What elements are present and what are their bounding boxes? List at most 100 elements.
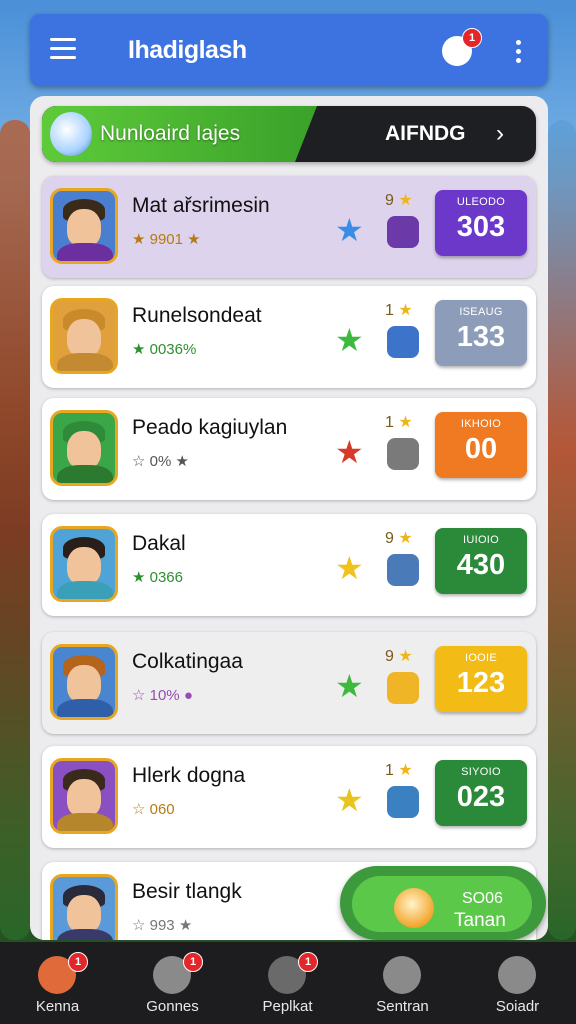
nav-item-gonnes[interactable]: 1 Gonnes (115, 942, 230, 1024)
player-avatar[interactable] (50, 410, 118, 486)
mini-rank: 1 ★ (385, 300, 413, 320)
background-right-building (548, 120, 576, 940)
mini-rank-number: 9 (385, 648, 394, 665)
stat-value: 060 (149, 801, 175, 818)
stat-value: 9901 (149, 231, 183, 248)
score-label: ULEODO (456, 196, 506, 208)
score-value: 123 (456, 667, 506, 699)
star-icon: ★ (335, 550, 364, 586)
player-row[interactable]: Runelsondeat ★ 0036% ★ 1 ★ ISEAUG 133 (42, 286, 536, 388)
stat-value: 0036% (149, 341, 197, 358)
player-avatar[interactable] (50, 188, 118, 264)
score-badge[interactable]: ISEAUG 133 (435, 300, 527, 366)
mini-star-icon: ★ (398, 414, 413, 431)
background-left-building (0, 120, 30, 940)
nav-label: Peplkat (262, 998, 313, 1015)
avatar-face (67, 209, 101, 247)
avatar-body (57, 813, 113, 831)
item-badge-icon (387, 216, 419, 248)
avatar-body (57, 243, 113, 261)
settings-icon (498, 956, 536, 994)
nav-item-soiadr[interactable]: Soiadr (460, 942, 575, 1024)
mini-star-icon: ★ (398, 192, 413, 209)
claim-button[interactable]: SO06 Tanan (340, 866, 546, 940)
score-badge[interactable]: IKHOIO 00 (435, 412, 527, 478)
player-stat: ★ 9901 ★ (132, 230, 201, 248)
player-name: Mat ařsrimesin (132, 194, 270, 217)
chevron-right-icon[interactable]: › (496, 120, 504, 148)
score-label: IKHOIO (460, 418, 502, 430)
mini-rank-number: 1 (385, 762, 394, 779)
avatar-face (67, 895, 101, 933)
player-avatar[interactable] (50, 874, 118, 940)
mini-star-icon: ★ (398, 648, 413, 665)
avatar-body (57, 465, 113, 483)
menu-icon[interactable] (50, 38, 76, 60)
mascot-icon (394, 888, 434, 928)
nav-label: Soiadr (495, 998, 540, 1015)
score-badge[interactable]: SIYOIO 023 (435, 760, 527, 826)
mini-rank: 1 ★ (385, 760, 413, 780)
player-row[interactable]: Colkatingaa ☆ 10% ● ★ 9 ★ IOOIE 123 (42, 632, 536, 734)
score-badge[interactable]: ULEODO 303 (435, 190, 527, 256)
avatar-face (67, 665, 101, 703)
player-avatar[interactable] (50, 758, 118, 834)
mini-star-icon: ★ (398, 762, 413, 779)
star-icon: ★ (335, 212, 364, 248)
mini-rank: 9 ★ (385, 190, 413, 210)
player-stat: ★ 0366 (132, 568, 183, 586)
mini-star-icon: ★ (398, 530, 413, 547)
player-name: Dakal (132, 532, 186, 555)
banner-action-label[interactable]: AIFNDG (385, 122, 466, 146)
score-value: 133 (456, 321, 506, 353)
promo-banner[interactable]: Nunloaird Iajes AIFNDG › (42, 106, 536, 162)
score-label: SIYOIO (461, 766, 501, 778)
banner-left-section: Nunloaird Iajes (42, 106, 317, 162)
stat-value: 0366 (149, 569, 183, 586)
stat-prefix-icon: ☆ (132, 801, 146, 818)
player-row[interactable]: Hlerk dogna ☆ 060 ★ 1 ★ SIYOIO 023 (42, 746, 536, 848)
score-badge[interactable]: IOOIE 123 (435, 646, 527, 712)
item-badge-icon (387, 672, 419, 704)
player-stat: ☆ 10% ● (132, 686, 193, 704)
mini-rank: 1 ★ (385, 412, 413, 432)
score-label: IUIOIO (462, 534, 500, 546)
mini-rank-number: 1 (385, 302, 394, 319)
star-icon: ★ (335, 668, 364, 704)
stat-suffix-icon: ★ (175, 453, 189, 470)
nav-item-sentran[interactable]: Sentran (345, 942, 460, 1024)
stat-prefix-icon: ★ (132, 341, 146, 358)
player-row[interactable]: Peado kagiuylan ☆ 0% ★ ★ 1 ★ IKHOIO 00 (42, 398, 536, 500)
nav-badge: 1 (298, 952, 318, 972)
nav-label: Gonnes (146, 998, 199, 1015)
score-value: 430 (456, 549, 506, 581)
star-icon: ★ (335, 782, 364, 818)
player-avatar[interactable] (50, 644, 118, 720)
player-row[interactable]: Dakal ★ 0366 ★ 9 ★ IUIOIO 430 (42, 514, 536, 616)
score-value: 023 (456, 781, 506, 813)
player-avatar[interactable] (50, 526, 118, 602)
more-options-icon[interactable] (516, 40, 522, 63)
stat-prefix-icon: ☆ (132, 917, 146, 934)
nav-badge: 1 (68, 952, 88, 972)
nav-label: Sentran (376, 998, 429, 1015)
stat-prefix-icon: ★ (132, 569, 146, 586)
score-label: ISEAUG (459, 306, 503, 318)
player-avatar[interactable] (50, 298, 118, 374)
player-stat: ☆ 0% ★ (132, 452, 189, 470)
avatar-face (67, 319, 101, 357)
mini-rank: 9 ★ (385, 528, 413, 548)
mini-rank-number: 9 (385, 192, 394, 209)
score-badge[interactable]: IUIOIO 430 (435, 528, 527, 594)
bottom-navigation: 1 Kenna 1 Gonnes 1 Peplkat Sentran Soiadr (0, 942, 576, 1024)
player-row[interactable]: Mat ařsrimesin ★ 9901 ★ ★ 9 ★ ULEODO 303 (42, 176, 536, 278)
nav-label: Kenna (35, 998, 80, 1015)
avatar-body (57, 929, 113, 940)
notification-badge: 1 (462, 28, 482, 48)
nav-item-peplkat[interactable]: 1 Peplkat (230, 942, 345, 1024)
mini-rank-number: 1 (385, 414, 394, 431)
stat-prefix-icon: ☆ (132, 687, 146, 704)
mascot-icon (50, 112, 92, 156)
claim-button-inner: SO06 Tanan (352, 876, 532, 932)
nav-item-kenna[interactable]: 1 Kenna (0, 942, 115, 1024)
